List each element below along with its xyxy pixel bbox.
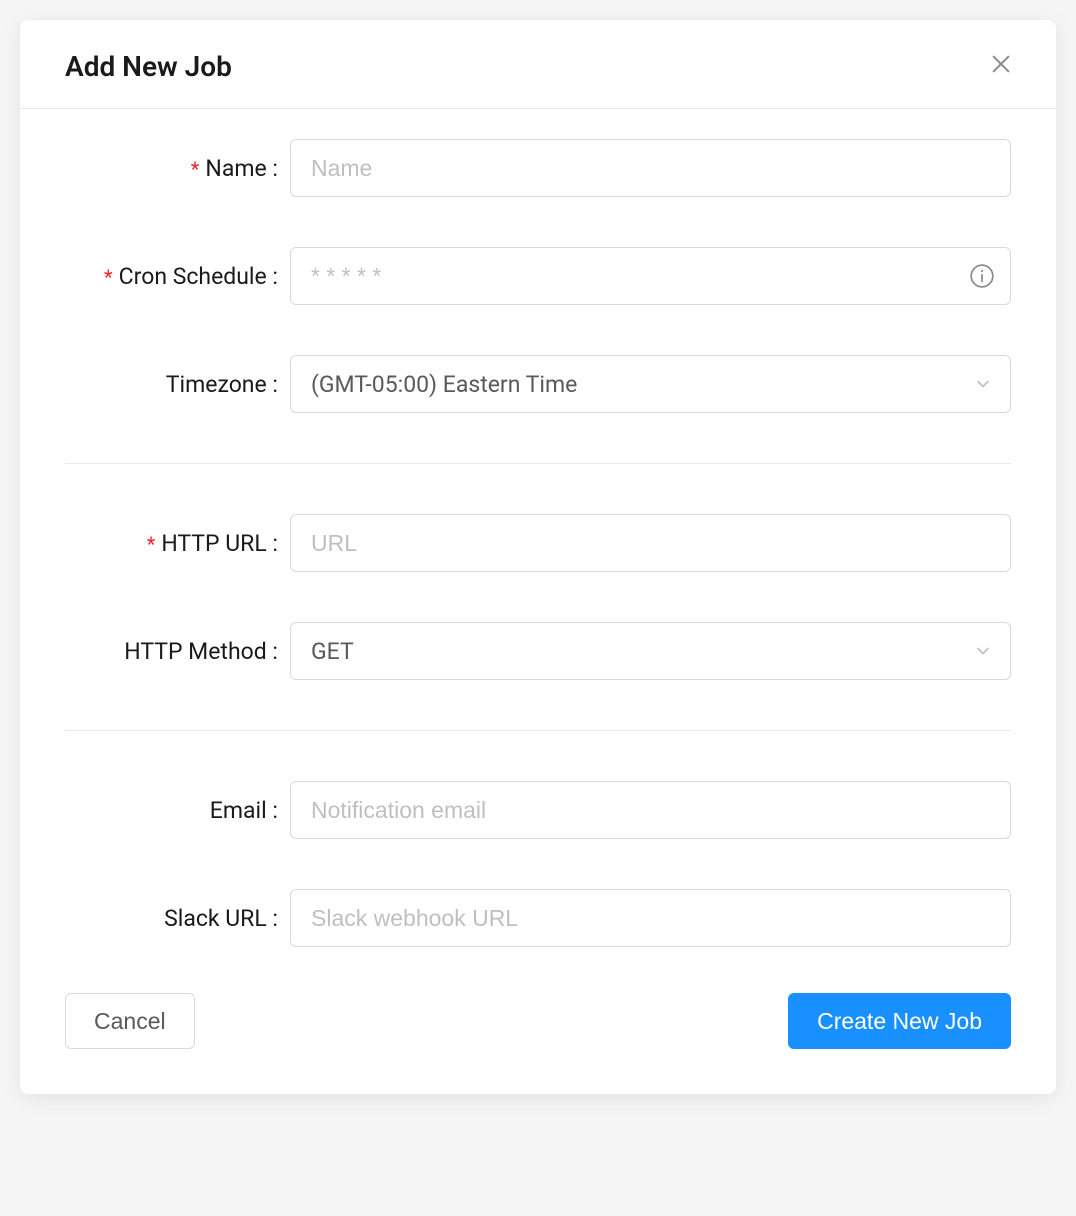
control-cron: [290, 247, 1011, 305]
required-mark: *: [104, 265, 113, 289]
control-name: [290, 139, 1011, 197]
http-method-select[interactable]: GET: [290, 622, 1011, 680]
label-http-url: *HTTP URL :: [65, 530, 290, 557]
row-http-url: *HTTP URL :: [65, 514, 1011, 572]
label-cron: *Cron Schedule :: [65, 263, 290, 290]
label-slack-url: Slack URL :: [65, 905, 290, 932]
email-input[interactable]: [290, 781, 1011, 839]
modal-title: Add New Job: [65, 50, 232, 83]
row-slack-url: Slack URL :: [65, 889, 1011, 947]
add-job-modal: Add New Job *Name : *Cron Schedule :: [20, 20, 1056, 1094]
required-mark: *: [147, 532, 156, 556]
name-input[interactable]: [290, 139, 1011, 197]
row-cron: *Cron Schedule :: [65, 247, 1011, 305]
slack-url-input[interactable]: [290, 889, 1011, 947]
row-name: *Name :: [65, 139, 1011, 197]
control-http-url: [290, 514, 1011, 572]
label-http-method: HTTP Method :: [65, 638, 290, 665]
row-email: Email :: [65, 781, 1011, 839]
label-name: *Name :: [65, 155, 290, 182]
row-timezone: Timezone : (GMT-05:00) Eastern Time: [65, 355, 1011, 413]
close-icon[interactable]: [986, 48, 1016, 84]
control-http-method: GET: [290, 622, 1011, 680]
modal-body: *Name : *Cron Schedule : Timezone :: [20, 109, 1056, 947]
cancel-button[interactable]: Cancel: [65, 993, 195, 1049]
info-icon[interactable]: [969, 263, 995, 289]
create-job-button[interactable]: Create New Job: [788, 993, 1011, 1049]
required-mark: *: [191, 157, 200, 181]
http-url-input[interactable]: [290, 514, 1011, 572]
control-slack-url: [290, 889, 1011, 947]
control-timezone: (GMT-05:00) Eastern Time: [290, 355, 1011, 413]
divider: [65, 730, 1011, 731]
label-timezone: Timezone :: [65, 371, 290, 398]
control-email: [290, 781, 1011, 839]
divider: [65, 463, 1011, 464]
label-email: Email :: [65, 797, 290, 824]
modal-header: Add New Job: [20, 20, 1056, 109]
timezone-select[interactable]: (GMT-05:00) Eastern Time: [290, 355, 1011, 413]
cron-input[interactable]: [290, 247, 1011, 305]
modal-footer: Cancel Create New Job: [20, 993, 1056, 1094]
row-http-method: HTTP Method : GET: [65, 622, 1011, 680]
